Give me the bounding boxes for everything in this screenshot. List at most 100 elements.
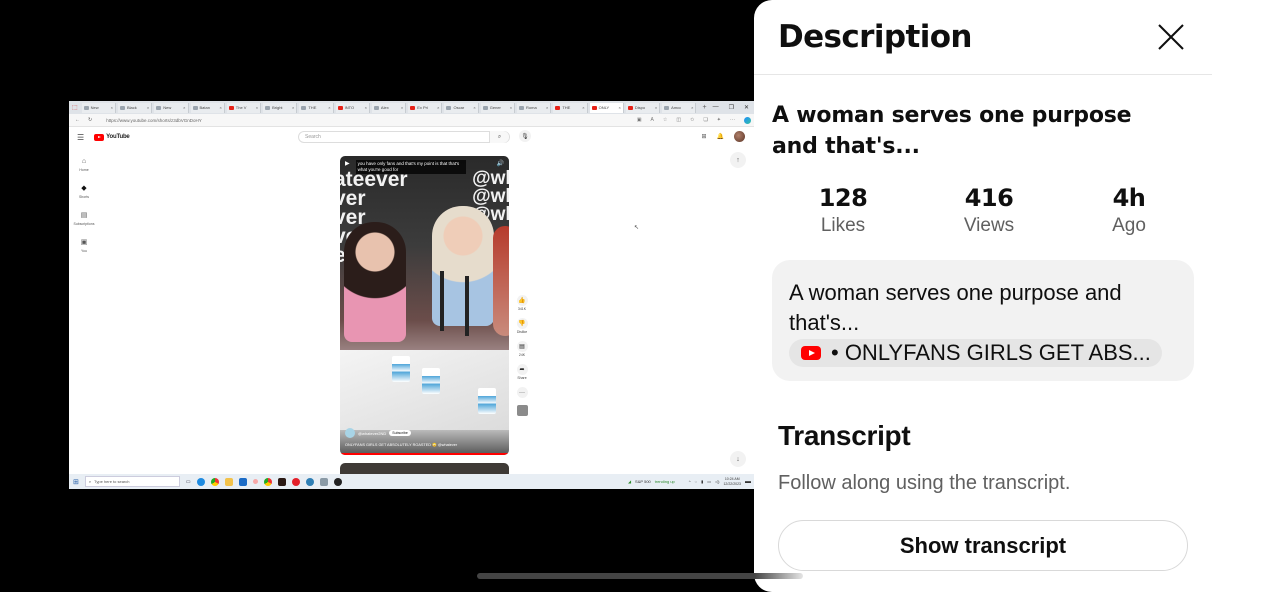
video-player[interactable]: ⬚ New × Black × New × Batan × The V × Bright × THE × IN… bbox=[0, 0, 760, 592]
home-indicator[interactable] bbox=[477, 573, 803, 579]
sidenav-item-shorts: ◆ Shorts bbox=[78, 184, 90, 199]
youtube-header: ☰ YouTube Search ⌕ 🎙 ⊞ 🔔 bbox=[69, 127, 757, 147]
tab-close-icon: × bbox=[364, 105, 367, 110]
tab-close-icon: × bbox=[255, 105, 259, 110]
tray-app-icon: ◌ bbox=[694, 479, 698, 484]
windows-start-icon: ⊞ bbox=[73, 478, 79, 486]
person-right bbox=[493, 226, 509, 336]
refresh-icon: ↻ bbox=[88, 117, 93, 123]
tab-close-icon: × bbox=[400, 105, 404, 110]
video-title: A woman serves one purpose and that's... bbox=[772, 103, 1132, 159]
short-caption: you have only fans and that's my point i… bbox=[355, 160, 466, 174]
youtube-icon bbox=[591, 105, 597, 110]
browser-tab: New × bbox=[154, 102, 189, 113]
tab-close-icon: × bbox=[509, 105, 513, 110]
read-aloud-icon: A bbox=[650, 117, 654, 123]
task-view-icon: ▭ bbox=[185, 478, 191, 485]
minimize-icon: — bbox=[712, 104, 719, 110]
close-button[interactable] bbox=[1154, 20, 1188, 54]
subscriptions-icon: ▤ bbox=[80, 211, 88, 219]
browser-tab: Gener × bbox=[480, 102, 516, 113]
browser-tab: Alex × bbox=[371, 102, 407, 113]
page-icon bbox=[156, 105, 162, 110]
obs-app-icon bbox=[333, 477, 342, 486]
youtube-icon bbox=[801, 346, 821, 360]
close-window-icon: ✕ bbox=[743, 105, 749, 111]
share-icon: ➦ bbox=[516, 364, 528, 375]
app-icon bbox=[305, 477, 314, 486]
taskbar-search: ⌕ Type here to search bbox=[84, 476, 180, 487]
page-icon bbox=[519, 105, 525, 110]
age-stat: 4h Ago bbox=[1112, 184, 1146, 236]
short-title: ONLYFANS GIRLS GET ABSOLUTELY ROASTED 😳 … bbox=[345, 443, 458, 447]
cup bbox=[422, 368, 440, 394]
file-explorer-icon bbox=[224, 477, 233, 486]
previous-short-arrow-icon: ↑ bbox=[730, 152, 746, 168]
app-available-icon: ▣ bbox=[636, 117, 642, 123]
browser-tab: THE × bbox=[299, 102, 334, 113]
youtube-icon bbox=[555, 105, 561, 110]
app-icon bbox=[277, 477, 286, 486]
create-icon: ⊞ bbox=[701, 134, 707, 140]
youtube-logo: YouTube bbox=[94, 133, 130, 141]
sidenav-item-subscriptions: ▤ Subscriptions bbox=[73, 211, 95, 226]
browser-tab: Black × bbox=[117, 102, 153, 113]
volume-icon: 🔊 bbox=[496, 161, 504, 167]
short-video-frame: ateeververververever @wh@wh@wh ▶ you hav… bbox=[340, 156, 509, 455]
taskbar-clock: 10:24 AM 12/22/2023 bbox=[723, 477, 741, 486]
source-video-chip[interactable]: • ONLYFANS GIRLS GET ABS... bbox=[789, 339, 1162, 367]
new-tab-button: + bbox=[702, 104, 707, 111]
youtube-icon bbox=[337, 105, 343, 110]
dislike-action: 👎 Dislike bbox=[516, 318, 528, 334]
tab-close-icon: × bbox=[545, 105, 549, 110]
tab-close-icon: × bbox=[146, 105, 150, 110]
tab-close-icon: × bbox=[292, 105, 295, 110]
youtube-icon bbox=[410, 105, 416, 110]
tab-close-icon: × bbox=[437, 105, 440, 110]
browser-tab: Dispo × bbox=[625, 102, 661, 113]
transcript-heading: Transcript bbox=[778, 420, 911, 451]
short-action-column: 👍 341K 👎 Dislike ▤ 24K ➦ Share ··· bbox=[515, 295, 529, 416]
shorts-icon: ◆ bbox=[81, 184, 87, 192]
youtube-search-box: Search ⌕ bbox=[298, 131, 510, 143]
page-icon bbox=[83, 105, 89, 110]
like-action: 👍 341K bbox=[516, 295, 528, 311]
browser-tab: Bright × bbox=[263, 102, 298, 113]
channel-avatar bbox=[345, 428, 355, 438]
tab-close-icon: × bbox=[183, 105, 186, 110]
show-transcript-button[interactable]: Show transcript bbox=[778, 520, 1188, 571]
restore-icon: ❐ bbox=[728, 105, 734, 111]
copilot-icon bbox=[744, 116, 751, 124]
back-icon: ← bbox=[75, 117, 80, 123]
tab-close-icon: × bbox=[691, 105, 694, 110]
search-icon: ⌕ bbox=[489, 131, 509, 143]
youtube-icon bbox=[627, 105, 633, 110]
browser-profile-icon: ⬚ bbox=[72, 105, 78, 111]
play-icon: ▶ bbox=[345, 161, 350, 167]
more-action: ··· bbox=[516, 387, 528, 398]
views-stat: 416 Views bbox=[963, 184, 1015, 236]
mail-app-icon bbox=[238, 477, 247, 486]
tab-close-icon: × bbox=[110, 105, 113, 110]
you-icon: ▣ bbox=[80, 238, 88, 246]
hamburger-menu-icon: ☰ bbox=[77, 132, 85, 142]
extensions-icon: ✦ bbox=[716, 117, 721, 123]
browser-tab: Batan × bbox=[190, 102, 225, 113]
tray-mic-icon: ▮ bbox=[701, 479, 704, 484]
account-avatar bbox=[734, 131, 745, 142]
browser-tab: INTO × bbox=[335, 102, 370, 113]
collections-icon: ❏ bbox=[703, 117, 708, 123]
browser-tab: Amcc × bbox=[662, 102, 697, 113]
cup bbox=[478, 388, 496, 414]
youtube-logo-icon bbox=[94, 133, 105, 141]
sidenav-item-home: ⌂ Home bbox=[79, 157, 89, 172]
recorded-desktop: ⬚ New × Black × New × Batan × The V × Bright × THE × IN… bbox=[69, 101, 757, 489]
page-icon bbox=[482, 105, 488, 110]
browser-tab: Ex Pri × bbox=[408, 102, 443, 113]
volume-tray-icon: ◁) bbox=[715, 479, 720, 484]
comments-action: ▤ 24K bbox=[516, 341, 528, 357]
browser-addressbar: ← ↻ https://www.youtube.com/shorts/z3dbV… bbox=[69, 114, 757, 127]
page-icon bbox=[192, 105, 198, 110]
sidenav-item-you: ▣ You bbox=[80, 238, 88, 253]
person-left bbox=[344, 222, 406, 342]
